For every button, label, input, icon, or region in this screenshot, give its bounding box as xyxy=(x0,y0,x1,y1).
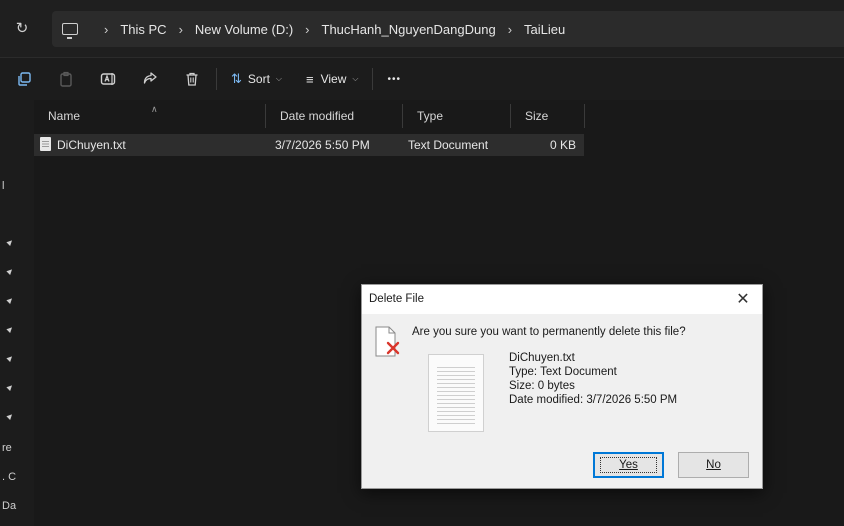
pin-icon: ▲ xyxy=(3,293,18,307)
paste-icon[interactable] xyxy=(56,69,76,89)
column-header-label: Type xyxy=(417,109,444,123)
pin-icon: ▲ xyxy=(3,235,18,249)
sort-icon: ⇅ xyxy=(231,71,242,86)
pin-icon: ▲ xyxy=(3,380,18,394)
sort-ascending-icon: ∧ xyxy=(151,104,158,114)
command-bar: ⇅ Sort ⌵ ≡ View ⌵ ••• xyxy=(0,59,844,99)
nav-fragment[interactable]: . C xyxy=(2,471,16,483)
file-type: Text Document xyxy=(408,138,489,152)
file-size: 0 KB xyxy=(549,138,576,152)
column-header-label: Name xyxy=(48,109,81,123)
nav-fragment[interactable]: l xyxy=(2,180,4,192)
toolbar-divider xyxy=(216,68,217,90)
chevron-down-icon: ⌵ xyxy=(352,74,359,83)
detail-date-modified: Date modified: 3/7/2026 5:50 PM xyxy=(509,394,678,406)
nav-fragment[interactable]: Da xyxy=(2,500,16,512)
pin-icon: ▲ xyxy=(3,264,18,278)
delete-file-dialog: Delete File ✕ Are you sure you want to p… xyxy=(361,284,763,489)
breadcrumb-separator: › xyxy=(104,21,109,37)
address-bar-area: ↻ › This PC › New Volume (D:) › ThucHanh… xyxy=(0,0,844,58)
toolbar-divider xyxy=(372,68,374,90)
breadcrumb-separator: › xyxy=(305,21,310,37)
breadcrumb-this-pc[interactable]: This PC xyxy=(120,22,166,37)
delete-file-icon xyxy=(374,326,402,358)
table-row[interactable]: DiChuyen.txt 3/7/2026 5:50 PM Text Docum… xyxy=(34,134,584,156)
rename-icon[interactable] xyxy=(98,69,118,89)
this-pc-icon xyxy=(62,23,78,39)
pin-icon: ▲ xyxy=(3,322,18,336)
column-header-type[interactable]: Type xyxy=(403,104,511,128)
chevron-down-icon: ⌵ xyxy=(275,74,282,83)
breadcrumb-tailieu[interactable]: TaiLieu xyxy=(524,22,565,37)
address-bar[interactable]: › This PC › New Volume (D:) › ThucHanh_N… xyxy=(52,11,844,47)
file-name: DiChuyen.txt xyxy=(57,138,126,152)
pin-icon: ▲ xyxy=(3,409,18,423)
file-details: DiChuyen.txt Type: Text Document Size: 0… xyxy=(509,351,677,407)
dialog-body: Are you sure you want to permanently del… xyxy=(362,314,762,488)
view-icon: ≡ xyxy=(306,71,314,87)
pin-icon: ▲ xyxy=(3,351,18,365)
breadcrumb-separator: › xyxy=(507,21,513,37)
column-header-label: Size xyxy=(525,109,549,123)
breadcrumb-separator: › xyxy=(178,21,183,37)
text-file-icon xyxy=(40,137,51,151)
refresh-icon[interactable]: ↻ xyxy=(12,19,32,39)
column-header-label: Date modified xyxy=(280,109,355,123)
confirmation-message: Are you sure you want to permanently del… xyxy=(412,326,686,338)
nav-fragment[interactable]: re xyxy=(2,442,12,454)
yes-button[interactable]: Yes xyxy=(593,452,664,478)
column-header-size[interactable]: Size xyxy=(511,104,585,128)
copy-icon[interactable] xyxy=(14,69,34,89)
sort-button[interactable]: ⇅ Sort ⌵ xyxy=(231,71,282,87)
file-date: 3/7/2026 5:50 PM xyxy=(275,138,370,152)
column-header-date[interactable]: Date modified xyxy=(266,104,403,128)
navigation-pane: l ▲ ▲ ▲ ▲ ▲ ▲ ▲ re . C Da xyxy=(0,100,34,526)
close-button[interactable]: ✕ xyxy=(724,285,762,314)
column-header-name[interactable]: ∧ Name xyxy=(34,104,266,128)
detail-file-type: Type: Text Document xyxy=(509,366,617,378)
sort-label: Sort xyxy=(247,72,270,86)
view-button[interactable]: ≡ View ⌵ xyxy=(306,72,358,87)
breadcrumb-new-volume[interactable]: New Volume (D:) xyxy=(195,22,293,37)
delete-icon[interactable] xyxy=(182,69,202,89)
dialog-title-bar: Delete File ✕ xyxy=(362,285,762,314)
share-icon[interactable] xyxy=(140,69,160,89)
see-more-button[interactable]: ••• xyxy=(387,74,401,85)
yes-label: Yes xyxy=(619,459,638,471)
detail-file-name: DiChuyen.txt xyxy=(509,352,575,364)
breadcrumb-thuchanh[interactable]: ThucHanh_NguyenDangDung xyxy=(322,22,496,37)
detail-file-size: Size: 0 bytes xyxy=(509,380,575,392)
no-button[interactable]: No xyxy=(678,452,749,478)
file-preview-icon xyxy=(428,354,484,432)
view-label: View xyxy=(320,72,347,86)
no-label: No xyxy=(706,459,721,471)
dialog-title: Delete File xyxy=(369,293,424,305)
